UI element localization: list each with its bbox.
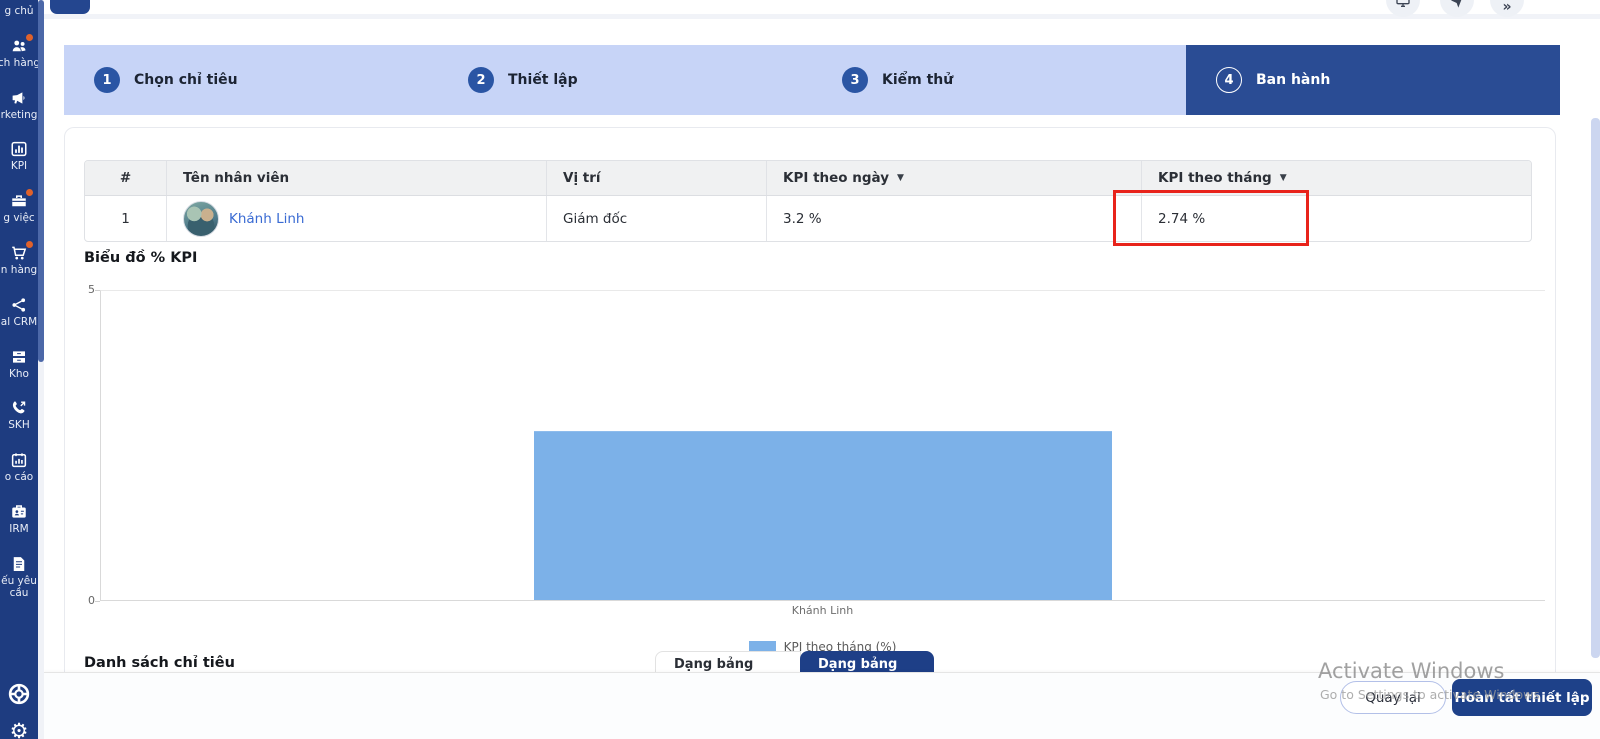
sidebar-item[interactable]: ếu yêu cầu bbox=[0, 546, 38, 598]
step-ban-hanh[interactable]: 4 Ban hành bbox=[1186, 45, 1560, 115]
warehouse-icon bbox=[10, 348, 28, 366]
step-number-badge: 1 bbox=[94, 67, 120, 93]
kpi-chart-icon bbox=[10, 140, 28, 158]
hrm-icon bbox=[10, 503, 28, 521]
sidebar-item-label: rketing bbox=[1, 109, 38, 121]
wizard-stepper: 1 Chọn chỉ tiêu 2 Thiết lập 3 Kiểm thử 4… bbox=[64, 45, 1560, 115]
sidebar-item[interactable]: g việc bbox=[0, 183, 38, 235]
sidebar-settings-button[interactable]: ⚙ bbox=[0, 721, 38, 739]
notification-dot bbox=[26, 34, 33, 41]
notification-dot bbox=[26, 189, 33, 196]
sidebar-item-label: g việc bbox=[3, 212, 34, 224]
screen-icon bbox=[1395, 0, 1411, 17]
sidebar-item-label: ếu yêu cầu bbox=[0, 575, 38, 599]
header-kpi-month-label: KPI theo tháng bbox=[1158, 170, 1272, 186]
cell-index: 1 bbox=[85, 196, 166, 241]
step-kiem-thu[interactable]: 3 Kiểm thử bbox=[812, 45, 1186, 115]
gear-icon: ⚙ bbox=[10, 721, 29, 739]
sidebar-item-label: IRM bbox=[9, 523, 28, 535]
sidebar-item-label: o cáo bbox=[5, 471, 33, 483]
request-icon bbox=[10, 555, 28, 573]
kpi-table: # Tên nhân viên Vị trí KPI theo ngày ▼ K… bbox=[84, 160, 1532, 242]
sidebar-item[interactable]: rketing bbox=[0, 80, 38, 132]
step-number-badge: 4 bbox=[1216, 67, 1242, 93]
back-button[interactable]: Quay lại bbox=[1340, 681, 1446, 714]
briefcase-icon bbox=[10, 192, 28, 210]
step-number-badge: 2 bbox=[468, 67, 494, 93]
header-kpi-day-label: KPI theo ngày bbox=[783, 170, 889, 186]
step-thiet-lap[interactable]: 2 Thiết lập bbox=[438, 45, 812, 115]
sort-desc-icon[interactable]: ▼ bbox=[897, 173, 904, 183]
chart-plot bbox=[100, 290, 1545, 601]
report-icon bbox=[10, 451, 28, 469]
cell-position: Giám đốc bbox=[546, 196, 766, 241]
cell-kpi-day: 3.2 % bbox=[766, 196, 1141, 241]
sidebar-item[interactable]: n hàng bbox=[0, 235, 38, 287]
sidebar-item[interactable]: ch hàng bbox=[0, 28, 38, 80]
cell-employee: Khánh Linh bbox=[166, 196, 546, 241]
sidebar-item[interactable]: g chủ bbox=[0, 0, 38, 28]
topbar bbox=[44, 0, 1600, 19]
sidebar-item-label: Kho bbox=[9, 368, 29, 380]
send-icon bbox=[1449, 0, 1465, 17]
phone-icon bbox=[10, 399, 28, 417]
sidebar-item-label: SKH bbox=[8, 419, 29, 431]
header-kpi-month[interactable]: KPI theo tháng ▼ bbox=[1141, 161, 1531, 195]
header-kpi-day[interactable]: KPI theo ngày ▼ bbox=[766, 161, 1141, 195]
customers-icon bbox=[10, 37, 28, 55]
content-scrollbar-thumb[interactable] bbox=[1591, 118, 1600, 658]
step-label: Kiểm thử bbox=[882, 72, 953, 88]
sidebar-item-label: g chủ bbox=[4, 5, 33, 17]
sidebar-help-button[interactable] bbox=[0, 681, 38, 707]
share-icon bbox=[10, 296, 28, 314]
sidebar-collapse-button[interactable] bbox=[50, 0, 90, 14]
y-axis-tick-min: 0 bbox=[71, 594, 95, 607]
sidebar-menu: g chủ ch hàng rketing KPI g việc n hàng al CRM… bbox=[0, 0, 38, 598]
megaphone-icon bbox=[10, 89, 28, 107]
forward-icon: » bbox=[1502, 0, 1511, 15]
sidebar-item-label: al CRM bbox=[1, 316, 37, 328]
sidebar-item-label: KPI bbox=[11, 160, 27, 172]
notification-dot bbox=[26, 241, 33, 248]
sidebar-item[interactable]: SKH bbox=[0, 390, 38, 442]
kpi-bar[interactable] bbox=[534, 431, 1112, 600]
sidebar-item[interactable]: Kho bbox=[0, 339, 38, 391]
sidebar-scrollbar[interactable] bbox=[38, 0, 44, 739]
step-chon-chi-tieu[interactable]: 1 Chọn chỉ tiêu bbox=[64, 45, 438, 115]
sidebar: g chủ ch hàng rketing KPI g việc n hàng al CRM… bbox=[0, 0, 38, 739]
employee-avatar[interactable] bbox=[183, 201, 219, 237]
cell-kpi-month: 2.74 % bbox=[1141, 196, 1531, 241]
step-label: Chọn chỉ tiêu bbox=[134, 72, 238, 88]
sidebar-item[interactable]: al CRM bbox=[0, 287, 38, 339]
target-list-title: Danh sách chỉ tiêu bbox=[84, 655, 235, 671]
table-header-row: # Tên nhân viên Vị trí KPI theo ngày ▼ K… bbox=[85, 161, 1531, 195]
sidebar-item[interactable]: IRM bbox=[0, 494, 38, 546]
sidebar-scrollbar-thumb[interactable] bbox=[38, 0, 44, 362]
header-index: # bbox=[85, 161, 166, 195]
home-icon bbox=[10, 0, 28, 3]
x-axis-category-label: Khánh Linh bbox=[100, 604, 1545, 617]
header-position: Vị trí bbox=[546, 161, 766, 195]
y-axis-tickmark bbox=[95, 601, 100, 602]
table-row: 1 Khánh Linh Giám đốc 3.2 % 2.74 % bbox=[85, 195, 1531, 241]
chart-title: Biểu đồ % KPI bbox=[84, 250, 197, 266]
employee-name-link[interactable]: Khánh Linh bbox=[229, 211, 304, 227]
header-employee-name: Tên nhân viên bbox=[166, 161, 546, 195]
step-label: Ban hành bbox=[1256, 72, 1330, 88]
finish-setup-button[interactable]: Hoàn tất thiết lập bbox=[1452, 679, 1592, 716]
cart-icon bbox=[10, 244, 28, 262]
sort-desc-icon[interactable]: ▼ bbox=[1280, 173, 1287, 183]
sidebar-scroll-down[interactable] bbox=[0, 650, 38, 669]
sidebar-item[interactable]: KPI bbox=[0, 131, 38, 183]
sidebar-item-label: n hàng bbox=[1, 264, 37, 276]
sidebar-item[interactable]: o cáo bbox=[0, 442, 38, 494]
sidebar-item-label: ch hàng bbox=[0, 57, 38, 69]
lifebuoy-icon bbox=[6, 681, 32, 707]
y-axis-tick-max: 5 bbox=[71, 283, 95, 296]
sidebar-scroll-up[interactable] bbox=[0, 617, 38, 636]
step-number-badge: 3 bbox=[842, 67, 868, 93]
step-label: Thiết lập bbox=[508, 72, 578, 88]
